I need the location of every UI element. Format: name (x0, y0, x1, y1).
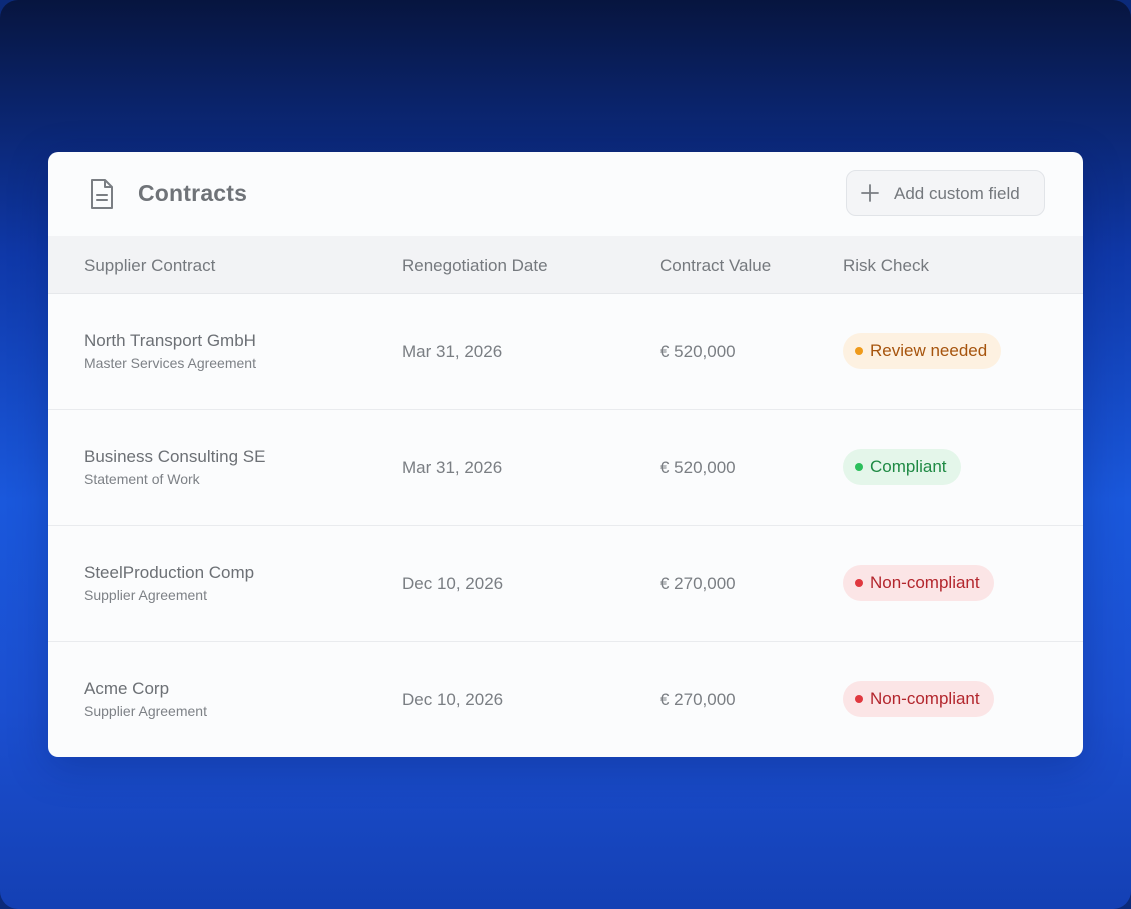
contracts-card: Contracts Add custom field Supplier Cont… (48, 152, 1083, 757)
add-custom-field-button[interactable]: Add custom field (846, 170, 1045, 216)
contract-value: € 520,000 (660, 342, 736, 361)
supplier-name: SteelProduction Comp (84, 563, 255, 582)
status-dot-icon (855, 579, 863, 587)
status-dot-icon (855, 463, 863, 471)
contract-type: Master Services Agreement (84, 355, 256, 371)
contract-value: € 270,000 (660, 690, 736, 709)
contract-value: € 520,000 (660, 458, 736, 477)
contract-type: Supplier Agreement (84, 703, 207, 719)
risk-status-badge: Compliant (843, 449, 961, 485)
table-row[interactable]: Business Consulting SE Statement of Work… (48, 410, 1083, 526)
column-header-supplier[interactable]: Supplier Contract (84, 256, 215, 276)
table-row[interactable]: North Transport GmbH Master Services Agr… (48, 294, 1083, 410)
document-icon (91, 179, 113, 209)
risk-status-label: Non-compliant (870, 689, 980, 708)
status-dot-icon (855, 695, 863, 703)
risk-status-badge: Non-compliant (843, 565, 994, 601)
risk-status-label: Review needed (870, 341, 988, 360)
risk-status-badge: Non-compliant (843, 681, 994, 717)
status-dot-icon (855, 347, 863, 355)
table-row[interactable]: Acme Corp Supplier Agreement Dec 10, 202… (48, 642, 1083, 757)
supplier-name: Acme Corp (84, 679, 170, 698)
supplier-name: North Transport GmbH (84, 331, 256, 350)
column-header-renegotiation-date[interactable]: Renegotiation Date (402, 256, 548, 276)
column-header-risk-check[interactable]: Risk Check (843, 256, 929, 276)
page-title: Contracts (138, 180, 248, 206)
table-row[interactable]: SteelProduction Comp Supplier Agreement … (48, 526, 1083, 642)
risk-status-badge: Review needed (843, 333, 1002, 369)
table-header: Supplier Contract Renegotiation Date Con… (48, 236, 1083, 294)
add-custom-field-label: Add custom field (894, 184, 1020, 203)
renegotiation-date: Mar 31, 2026 (402, 342, 503, 361)
renegotiation-date: Dec 10, 2026 (402, 690, 504, 709)
column-header-contract-value[interactable]: Contract Value (660, 256, 771, 276)
renegotiation-date: Mar 31, 2026 (402, 458, 503, 477)
plus-icon (861, 184, 879, 202)
risk-status-label: Compliant (870, 457, 947, 476)
supplier-name: Business Consulting SE (84, 447, 266, 466)
renegotiation-date: Dec 10, 2026 (402, 574, 504, 593)
contract-type: Supplier Agreement (84, 587, 207, 603)
contract-type: Statement of Work (84, 471, 200, 487)
contract-value: € 270,000 (660, 574, 736, 593)
card-header: Contracts Add custom field (48, 152, 1083, 236)
risk-status-label: Non-compliant (870, 573, 980, 592)
